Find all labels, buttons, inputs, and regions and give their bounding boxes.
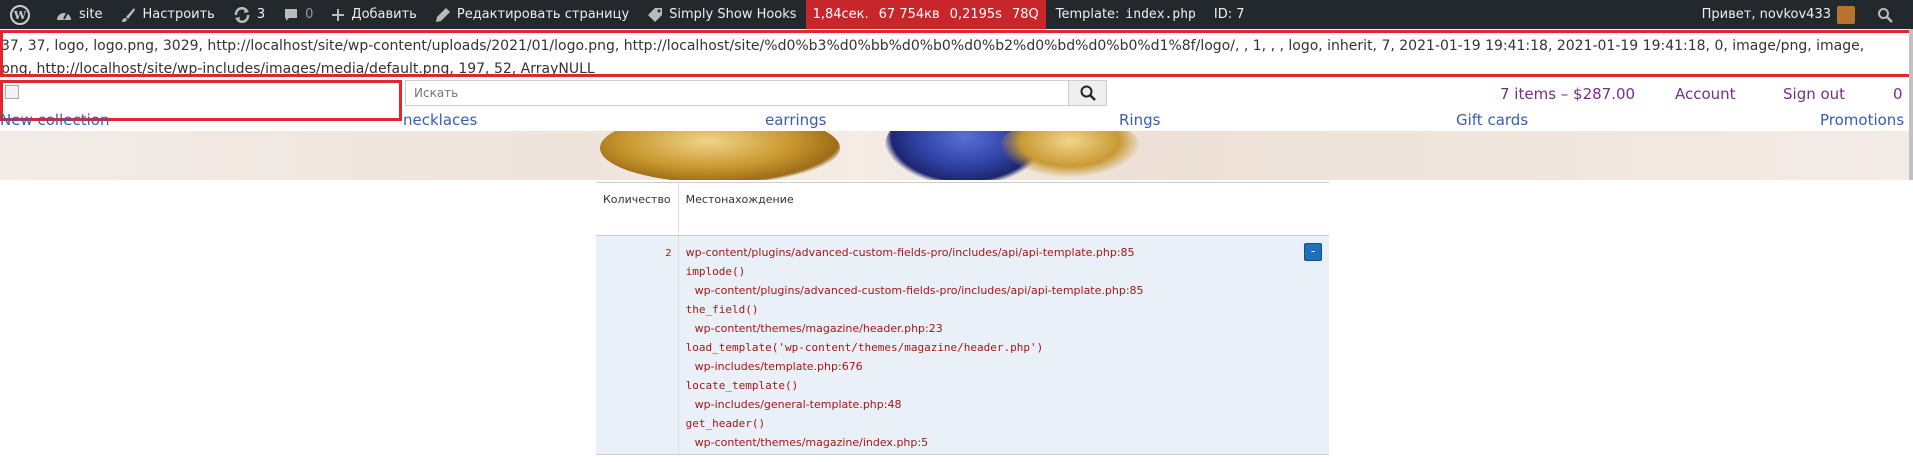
qm-duplicates-table: Количество Местонахождение 2 - wp-conten… [596, 182, 1329, 454]
nav-earrings[interactable]: earrings [765, 111, 827, 129]
trace-function: get_header() [685, 417, 766, 430]
trace-path: wp-content/themes/magazine/index.php:5 [694, 436, 929, 449]
row-count: 2 [596, 235, 679, 454]
column-count: Количество [596, 182, 679, 236]
account-link[interactable]: Account [1675, 85, 1736, 103]
svg-text:W: W [13, 9, 27, 22]
template-info[interactable]: Template: index.php [1046, 0, 1205, 29]
nav-rings[interactable]: Rings [1119, 111, 1160, 129]
divider [596, 454, 1329, 455]
nav-promotions[interactable]: Promotions [1820, 111, 1904, 129]
cart-link[interactable]: 7 items – $287.00 [1500, 85, 1635, 103]
debug-output: 37, 37, logo, logo.png, 3029, http://loc… [0, 30, 1913, 77]
trace-function: locate_template() [685, 379, 799, 392]
trace-path: wp-content/plugins/advanced-custom-field… [694, 284, 1144, 297]
search-input[interactable] [406, 81, 1068, 105]
collapse-toggle-button[interactable]: - [1304, 243, 1322, 261]
brush-icon [122, 7, 136, 22]
nav-gift-cards[interactable]: Gift cards [1456, 111, 1528, 129]
edit-page-menu[interactable]: Редактировать страницу [426, 0, 638, 29]
pencil-icon [435, 7, 450, 22]
show-hooks-label: Simply Show Hooks [669, 7, 797, 22]
admin-bar: W site Настроить 3 0 Добавить Редактиров… [0, 0, 1913, 29]
dashboard-icon [57, 12, 71, 20]
qm-queries: 78Q [1011, 7, 1039, 22]
add-new-menu[interactable]: Добавить [322, 0, 425, 29]
qm-db-time: 0,2195s [949, 7, 1002, 22]
site-menu[interactable]: site [46, 0, 111, 29]
trace-path: wp-content/themes/magazine/header.php:23 [694, 322, 943, 335]
trace-path: wp-includes/template.php:676 [694, 360, 863, 373]
qm-memory: 67 754кв [878, 7, 940, 22]
header-extra[interactable]: 0 [1893, 85, 1903, 103]
nav-necklaces[interactable]: necklaces [403, 111, 477, 129]
site-label: site [79, 7, 103, 22]
tag-icon [648, 7, 663, 22]
row-trace: - wp-content/plugins/advanced-custom-fie… [678, 235, 1329, 454]
signout-link[interactable]: Sign out [1783, 85, 1845, 103]
nav-new-collection[interactable]: New collection [0, 111, 109, 129]
comments-count: 0 [305, 7, 314, 22]
page-id[interactable]: ID: 7 [1205, 0, 1254, 29]
wp-logo-menu[interactable]: W [0, 0, 46, 29]
query-monitor-menu[interactable]: 1,84сек. 67 754кв 0,2195s 78Q [805, 0, 1046, 29]
stack-trace: - wp-content/plugins/advanced-custom-fie… [679, 236, 1329, 454]
customize-menu[interactable]: Настроить [111, 0, 223, 29]
search-button[interactable] [1068, 81, 1106, 105]
hero-banner [0, 131, 1909, 180]
greeting: Привет, novkov433 [1701, 7, 1831, 22]
broken-image-icon [5, 85, 19, 99]
customize-label: Настроить [142, 7, 215, 22]
debug-line-2: png, http://localhost/site/wp-includes/i… [1, 61, 595, 77]
qm-time: 1,84сек. [812, 7, 869, 22]
trace-path: wp-content/plugins/advanced-custom-field… [685, 246, 1135, 259]
plus-icon [332, 8, 345, 21]
column-location: Местонахождение [678, 182, 1329, 236]
updates-count: 3 [256, 7, 266, 22]
updates-menu[interactable]: 3 [224, 0, 274, 29]
template-file: index.php [1125, 7, 1196, 22]
updates-icon [234, 6, 250, 23]
search-icon [1878, 7, 1893, 23]
trace-path: wp-includes/general-template.php:48 [694, 398, 902, 411]
page-id-label: ID: 7 [1213, 7, 1245, 22]
admin-search[interactable] [1863, 0, 1913, 29]
edit-page-label: Редактировать страницу [456, 7, 630, 22]
debug-line-1: 37, 37, logo, logo.png, 3029, http://loc… [1, 38, 1865, 54]
hero-decoration [600, 131, 840, 180]
trace-function: implode() [685, 265, 746, 278]
comments-menu[interactable]: 0 [274, 0, 322, 29]
search-icon [1080, 85, 1096, 101]
avatar [1837, 5, 1855, 24]
template-label: Template: [1055, 7, 1120, 22]
add-label: Добавить [351, 7, 417, 22]
search-form [405, 80, 1107, 106]
table-row: 2 - wp-content/plugins/advanced-custom-f… [596, 235, 1329, 454]
comment-icon [285, 8, 298, 21]
show-hooks-menu[interactable]: Simply Show Hooks [638, 0, 805, 29]
scrollbar[interactable] [1909, 29, 1913, 180]
trace-function: load_template('wp-content/themes/magazin… [685, 341, 1044, 354]
my-account-menu[interactable]: Привет, novkov433 [1693, 0, 1863, 29]
wordpress-icon: W [10, 4, 30, 25]
trace-function: the_field() [685, 303, 759, 316]
